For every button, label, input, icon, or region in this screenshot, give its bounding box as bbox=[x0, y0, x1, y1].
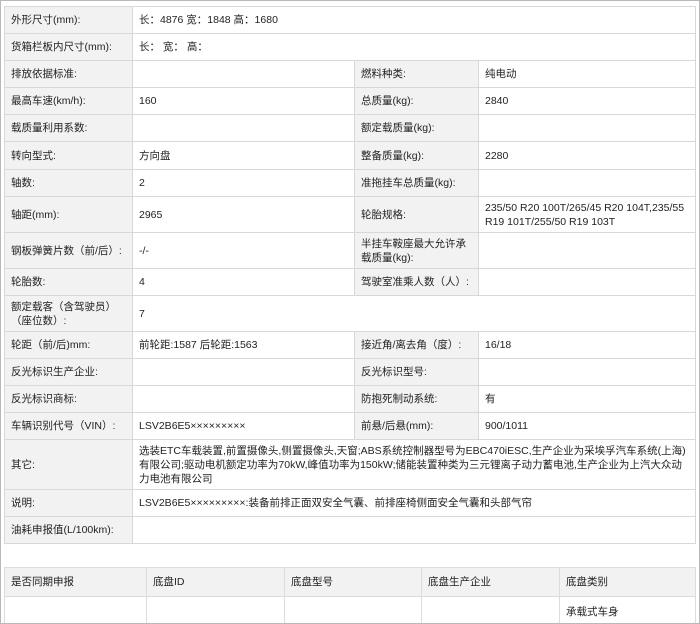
spec-row-track: 轮距（前/后)mm: 前轮距:1587 后轮距:1563 接近角/离去角（度）:… bbox=[4, 331, 696, 359]
emission-label: 排放依据标准: bbox=[4, 60, 133, 88]
tire-count-label: 轮胎数: bbox=[4, 268, 133, 296]
fuel-label: 燃料种类: bbox=[354, 60, 479, 88]
spec-row-other: 其它: 选装ETC车载装置,前置摄像头,侧置摄像头,天窗;ABS系统控制器型号为… bbox=[4, 439, 696, 490]
saddle-load-value bbox=[478, 232, 696, 269]
reflective-brand-label: 反光标识商标: bbox=[4, 385, 133, 413]
spec-row-load: 载质量利用系数: 额定载质量(kg): bbox=[4, 114, 696, 142]
chassis-header-type: 底盘类别 bbox=[559, 567, 696, 597]
cargo-dims-value: 长： 宽： 高： bbox=[132, 33, 696, 61]
trailer-mass-value bbox=[478, 169, 696, 197]
reflective-maker-value bbox=[132, 358, 355, 386]
reflective-maker-label: 反光标识生产企业: bbox=[4, 358, 133, 386]
track-value: 前轮距:1587 后轮距:1563 bbox=[132, 331, 355, 359]
chassis-header-id: 底盘ID bbox=[146, 567, 285, 597]
approach-value: 16/18 bbox=[478, 331, 696, 359]
axles-label: 轴数: bbox=[4, 169, 133, 197]
approach-label: 接近角/离去角（度）: bbox=[354, 331, 479, 359]
overhang-label: 前悬/后悬(mm): bbox=[354, 412, 479, 440]
chassis-cell-type: 承载式车身 bbox=[559, 596, 696, 623]
steering-value: 方向盘 bbox=[132, 141, 355, 170]
curb-mass-value: 2280 bbox=[478, 141, 696, 170]
track-label: 轮距（前/后)mm: bbox=[4, 331, 133, 359]
axles-value: 2 bbox=[132, 169, 355, 197]
rated-load-value bbox=[478, 114, 696, 142]
chassis-header-maker: 底盘生产企业 bbox=[421, 567, 560, 597]
tire-spec-label: 轮胎规格: bbox=[354, 196, 479, 233]
abs-label: 防抱死制动系统: bbox=[354, 385, 479, 413]
wheelbase-label: 轴距(mm): bbox=[4, 196, 133, 233]
reflective-model-value bbox=[478, 358, 696, 386]
chassis-cell-model bbox=[284, 596, 422, 623]
tire-count-value: 4 bbox=[132, 268, 355, 296]
load-coeff-value bbox=[132, 114, 355, 142]
chassis-header-model: 底盘型号 bbox=[284, 567, 422, 597]
spec-row-speed: 最高车速(km/h): 160 总质量(kg): 2840 bbox=[4, 87, 696, 115]
max-speed-value: 160 bbox=[132, 87, 355, 115]
spec-row-leaf-spring: 钢板弹簧片数（前/后）: -/- 半挂车鞍座最大允许承载质量(kg): bbox=[4, 232, 696, 269]
steering-label: 转向型式: bbox=[4, 141, 133, 170]
fuel-value: 纯电动 bbox=[478, 60, 696, 88]
spec-row-axles: 轴数: 2 准拖挂车总质量(kg): bbox=[4, 169, 696, 197]
total-mass-label: 总质量(kg): bbox=[354, 87, 479, 115]
chassis-table: 是否同期申报 底盘ID 底盘型号 底盘生产企业 底盘类别 承载式车身 bbox=[4, 567, 696, 623]
reflective-model-label: 反光标识型号: bbox=[354, 358, 479, 386]
vin-label: 车辆识别代号（VIN）: bbox=[4, 412, 133, 440]
emission-value bbox=[132, 60, 355, 88]
rated-load-label: 额定载质量(kg): bbox=[354, 114, 479, 142]
chassis-header-sync: 是否同期申报 bbox=[4, 567, 147, 597]
chassis-cell-sync bbox=[4, 596, 147, 623]
spec-row-reflective-brand: 反光标识商标: 防抱死制动系统: 有 bbox=[4, 385, 696, 413]
abs-value: 有 bbox=[478, 385, 696, 413]
spec-row-wheelbase: 轴距(mm): 2965 轮胎规格: 235/50 R20 100T/265/4… bbox=[4, 196, 696, 233]
notes-label: 说明: bbox=[4, 489, 133, 517]
spec-row-vin: 车辆识别代号（VIN）: LSV2B6E5××××××××× 前悬/后悬(mm)… bbox=[4, 412, 696, 440]
leaf-spring-value: -/- bbox=[132, 232, 355, 269]
fuel-consumption-label: 油耗申报值(L/100km): bbox=[4, 516, 133, 544]
reflective-brand-value bbox=[132, 385, 355, 413]
spec-table: 外形尺寸(mm): 长：4876 宽：1848 高：1680 货箱栏板内尺寸(m… bbox=[4, 6, 696, 544]
cab-passengers-label: 驾驶室准乘人数（人）: bbox=[354, 268, 479, 296]
outer-dims-value: 长：4876 宽：1848 高：1680 bbox=[132, 6, 696, 34]
notes-value: LSV2B6E5×××××××××:装备前排正面双安全气囊、前排座椅侧面安全气囊… bbox=[132, 489, 696, 517]
total-mass-value: 2840 bbox=[478, 87, 696, 115]
spec-row-reflective-maker: 反光标识生产企业: 反光标识型号: bbox=[4, 358, 696, 386]
spec-row-steering: 转向型式: 方向盘 整备质量(kg): 2280 bbox=[4, 141, 696, 170]
chassis-cell-maker bbox=[421, 596, 560, 623]
cargo-dims-label: 货箱栏板内尺寸(mm): bbox=[4, 33, 133, 61]
chassis-cell-id bbox=[146, 596, 285, 623]
overhang-value: 900/1011 bbox=[478, 412, 696, 440]
seats-label: 额定载客（含驾驶员）（座位数）: bbox=[4, 295, 133, 332]
spec-row-notes: 说明: LSV2B6E5×××××××××:装备前排正面双安全气囊、前排座椅侧面… bbox=[4, 489, 696, 517]
curb-mass-label: 整备质量(kg): bbox=[354, 141, 479, 170]
other-label: 其它: bbox=[4, 439, 133, 490]
saddle-load-label: 半挂车鞍座最大允许承载质量(kg): bbox=[354, 232, 479, 269]
spec-row-seats: 额定载客（含驾驶员）（座位数）: 7 bbox=[4, 295, 696, 332]
spec-frame: 外形尺寸(mm): 长：4876 宽：1848 高：1680 货箱栏板内尺寸(m… bbox=[0, 0, 700, 624]
vin-value: LSV2B6E5××××××××× bbox=[132, 412, 355, 440]
trailer-mass-label: 准拖挂车总质量(kg): bbox=[354, 169, 479, 197]
chassis-header-row: 是否同期申报 底盘ID 底盘型号 底盘生产企业 底盘类别 bbox=[4, 567, 696, 597]
max-speed-label: 最高车速(km/h): bbox=[4, 87, 133, 115]
wheelbase-value: 2965 bbox=[132, 196, 355, 233]
spec-row-tire-count: 轮胎数: 4 驾驶室准乘人数（人）: bbox=[4, 268, 696, 296]
tire-spec-value: 235/50 R20 100T/265/45 R20 104T,235/55 R… bbox=[478, 196, 696, 233]
spec-row-outer-dims: 外形尺寸(mm): 长：4876 宽：1848 高：1680 bbox=[4, 6, 696, 34]
load-coeff-label: 载质量利用系数: bbox=[4, 114, 133, 142]
spec-row-fuel-consumption: 油耗申报值(L/100km): bbox=[4, 516, 696, 544]
seats-value: 7 bbox=[132, 295, 696, 332]
other-value: 选装ETC车载装置,前置摄像头,侧置摄像头,天窗;ABS系统控制器型号为EBC4… bbox=[132, 439, 696, 490]
leaf-spring-label: 钢板弹簧片数（前/后）: bbox=[4, 232, 133, 269]
spec-row-emission: 排放依据标准: 燃料种类: 纯电动 bbox=[4, 60, 696, 88]
chassis-row: 承载式车身 bbox=[4, 596, 696, 623]
outer-dims-label: 外形尺寸(mm): bbox=[4, 6, 133, 34]
fuel-consumption-value bbox=[132, 516, 696, 544]
spec-row-cargo-dims: 货箱栏板内尺寸(mm): 长： 宽： 高： bbox=[4, 33, 696, 61]
cab-passengers-value bbox=[478, 268, 696, 296]
